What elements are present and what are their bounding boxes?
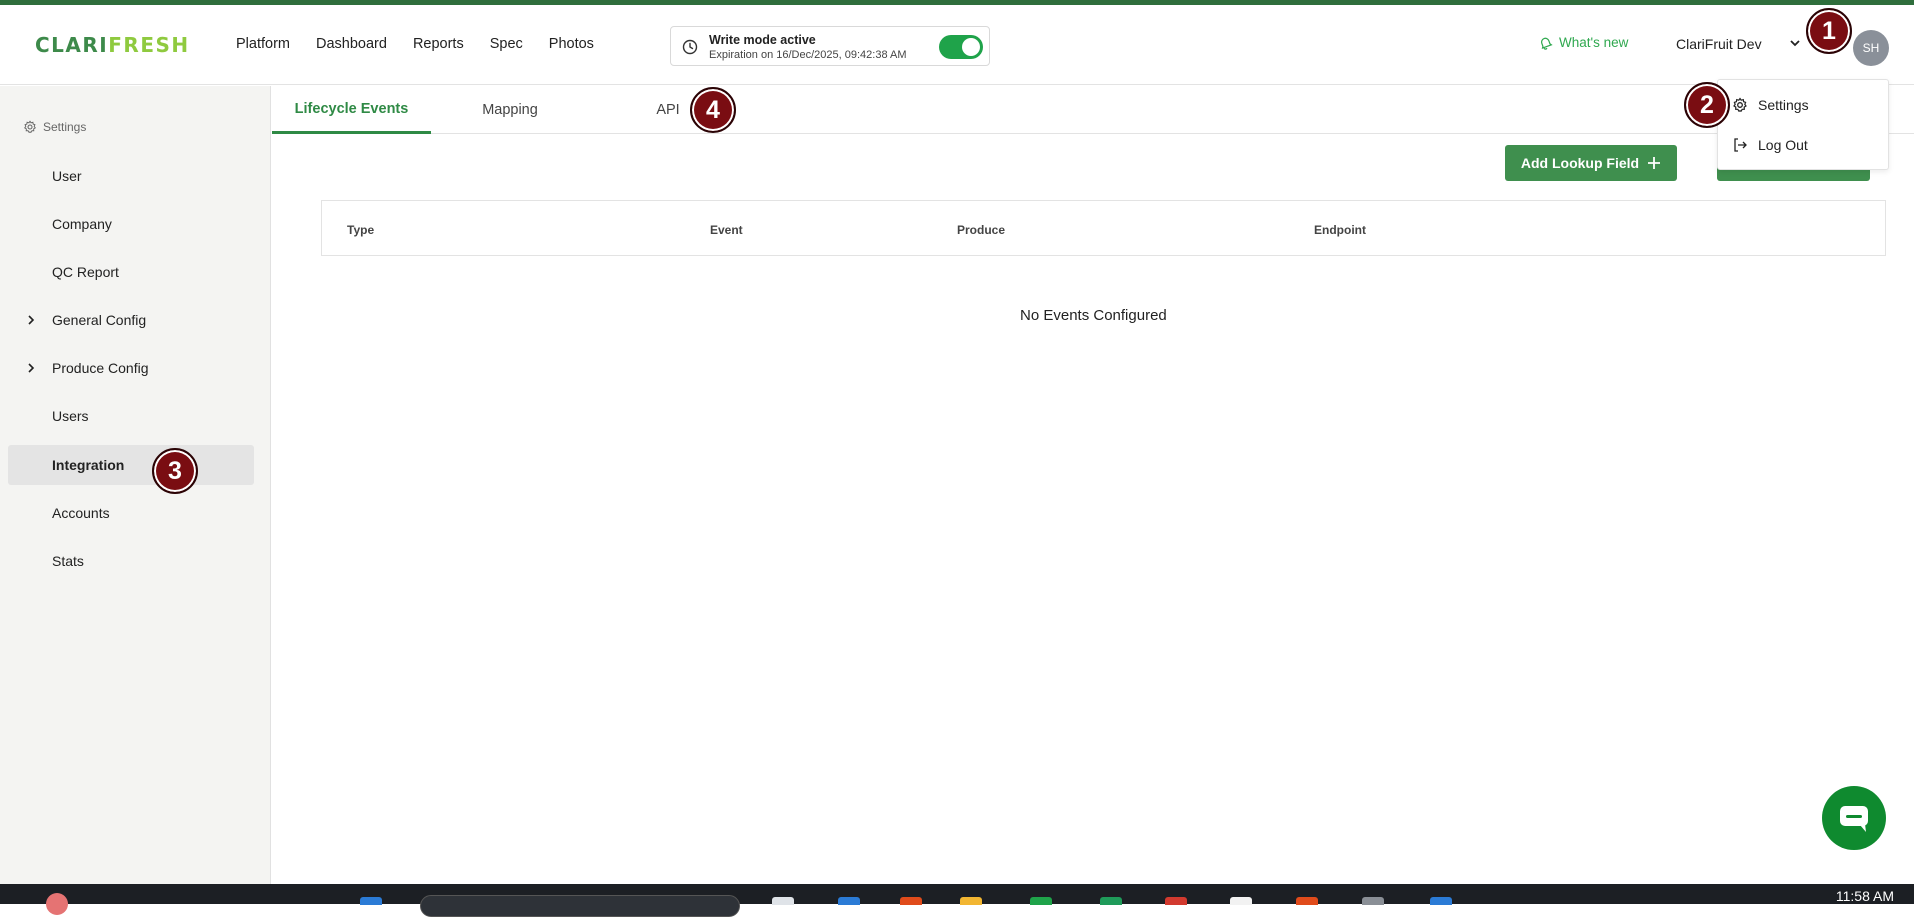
menu-item-logout-label: Log Out: [1758, 137, 1808, 153]
nav-spec[interactable]: Spec: [490, 36, 523, 52]
clarifresh-logo[interactable]: CLARIFRESH: [35, 33, 190, 57]
sidebar-item-label: User: [52, 168, 82, 184]
main-nav: Platform Dashboard Reports Spec Photos: [236, 36, 594, 52]
menu-item-settings-label: Settings: [1758, 97, 1809, 113]
account-name[interactable]: ClariFruit Dev: [1676, 36, 1762, 52]
tab-mapping[interactable]: Mapping: [431, 86, 589, 134]
sidebar-item-accounts[interactable]: Accounts: [8, 493, 254, 533]
sidebar-item-label: Users: [52, 408, 89, 424]
gear-icon: [1733, 97, 1747, 112]
sidebar-item-user[interactable]: User: [8, 156, 254, 196]
toggle-knob: [962, 38, 980, 56]
logout-icon: [1734, 138, 1747, 152]
write-mode-title: Write mode active: [709, 33, 816, 47]
clock-icon: [682, 39, 698, 55]
logo-text-part2: FRESH: [108, 33, 190, 57]
taskbar-search-box[interactable]: [420, 895, 740, 917]
sidebar-item-label: Stats: [52, 553, 84, 569]
integration-tabs: Lifecycle Events Mapping API: [272, 86, 1914, 134]
chevron-right-icon: [28, 363, 35, 373]
column-header-type: Type: [347, 223, 375, 237]
top-header: CLARIFRESH Platform Dashboard Reports Sp…: [0, 5, 1914, 85]
sidebar-item-users[interactable]: Users: [8, 396, 254, 436]
menu-item-logout[interactable]: Log Out: [1732, 137, 1808, 153]
sidebar-item-company[interactable]: Company: [8, 204, 254, 244]
whats-new-link[interactable]: What's new: [1538, 35, 1628, 50]
empty-state-message: No Events Configured: [1020, 307, 1167, 324]
sidebar-item-general-config[interactable]: General Config: [8, 300, 254, 340]
sidebar-item-label: Integration: [52, 457, 125, 473]
column-header-produce: Produce: [957, 223, 1006, 237]
sidebar-item-integration[interactable]: Integration: [8, 445, 254, 485]
os-taskbar: 11:58 AM: [0, 884, 1914, 904]
sidebar-item-qc-report[interactable]: QC Report: [8, 252, 254, 292]
chevron-right-icon: [28, 315, 35, 325]
logo-text-part1: CLARI: [35, 33, 109, 57]
sidebar-item-stats[interactable]: Stats: [8, 541, 254, 581]
sidebar-header-label: Settings: [43, 120, 87, 134]
menu-item-settings[interactable]: Settings: [1732, 97, 1809, 113]
sidebar-item-label: Accounts: [52, 505, 110, 521]
sidebar-header: Settings: [23, 120, 86, 134]
add-lookup-field-button[interactable]: Add Lookup Field: [1505, 145, 1677, 181]
write-mode-expiration: Expiration on 16/Dec/2025, 09:42:38 AM: [709, 49, 907, 61]
sidebar-item-label: QC Report: [52, 264, 119, 280]
step-marker-3: 3: [152, 448, 198, 494]
avatar[interactable]: SH: [1853, 30, 1889, 66]
chat-bubble-icon: [1840, 806, 1868, 832]
taskbar-clock: 11:58 AM: [1835, 888, 1894, 904]
whats-new-label: What's new: [1559, 35, 1629, 50]
sidebar-item-label: Company: [52, 216, 112, 232]
tab-lifecycle-events[interactable]: Lifecycle Events: [272, 86, 431, 134]
gear-icon: [24, 120, 36, 134]
step-marker-1: 1: [1806, 8, 1852, 54]
write-mode-toggle[interactable]: [939, 35, 983, 59]
sidebar-item-produce-config[interactable]: Produce Config: [8, 348, 254, 388]
notification-badge-icon[interactable]: [46, 893, 68, 915]
account-dropdown-menu: Settings Log Out: [1717, 79, 1889, 170]
sidebar-item-label: Produce Config: [52, 360, 149, 376]
add-lookup-field-label: Add Lookup Field: [1520, 155, 1640, 171]
events-table: Type Event Produce Endpoint: [321, 200, 1886, 256]
column-header-event: Event: [710, 223, 743, 237]
settings-sidebar: Settings User Company QC Report General …: [0, 86, 271, 884]
step-marker-2: 2: [1684, 82, 1730, 128]
step-marker-4: 4: [690, 87, 736, 133]
nav-reports[interactable]: Reports: [413, 36, 464, 52]
nav-dashboard[interactable]: Dashboard: [316, 36, 387, 52]
chat-widget-button[interactable]: [1822, 786, 1886, 850]
write-mode-panel: Write mode active Expiration on 16/Dec/2…: [670, 26, 990, 66]
nav-platform[interactable]: Platform: [236, 36, 290, 52]
plus-icon: [1648, 157, 1661, 169]
column-header-endpoint: Endpoint: [1314, 223, 1366, 237]
bell-icon: [1540, 37, 1553, 50]
nav-photos[interactable]: Photos: [549, 36, 594, 52]
sidebar-item-label: General Config: [52, 312, 147, 328]
chevron-down-icon[interactable]: [1788, 36, 1802, 50]
